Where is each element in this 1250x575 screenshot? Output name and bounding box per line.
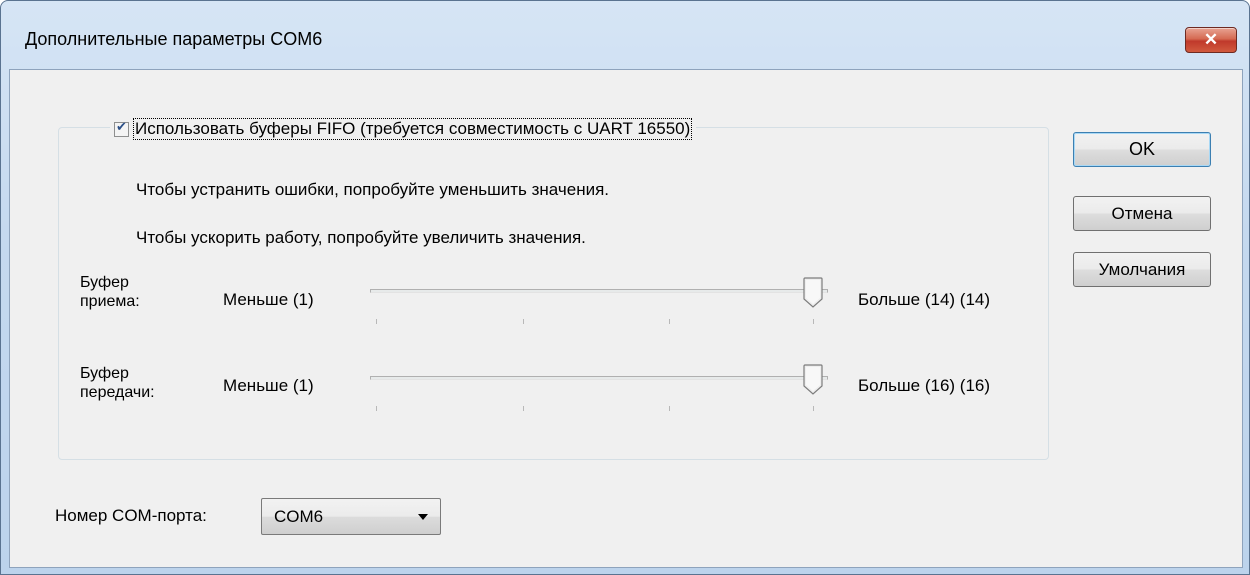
slider-tick: [813, 319, 814, 324]
slider-tick: [376, 406, 377, 411]
transmit-buffer-slider[interactable]: [362, 362, 842, 412]
slider-tick: [669, 406, 670, 411]
transmit-buffer-max-label: Больше (16) (16): [858, 376, 991, 395]
slider-tick: [376, 319, 377, 324]
transmit-buffer-label-line2: передачи:: [80, 384, 155, 401]
receive-buffer-label-line1: Буфер: [80, 274, 129, 291]
receive-buffer-label-line2: приема:: [80, 293, 140, 310]
hint-reduce-errors: Чтобы устранить ошибки, попробуйте умень…: [136, 180, 610, 199]
fifo-checkbox[interactable]: [114, 120, 129, 137]
defaults-button[interactable]: Умолчания: [1073, 252, 1211, 287]
cancel-button[interactable]: Отмена: [1073, 196, 1211, 231]
receive-buffer-label: Буфер приема:: [80, 273, 140, 311]
fifo-checkbox-label[interactable]: Использовать буферы FIFO (требуется совм…: [133, 118, 693, 140]
receive-buffer-slider[interactable]: [362, 275, 842, 325]
slider-track[interactable]: [370, 289, 828, 293]
slider-thumb-icon[interactable]: [803, 277, 823, 308]
window-title: Дополнительные параметры COM6: [25, 29, 323, 49]
receive-buffer-min-label: Меньше (1): [223, 290, 314, 309]
com-port-label: Номер COM-порта:: [55, 506, 207, 525]
com-port-select[interactable]: COM6: [261, 498, 441, 535]
ok-button[interactable]: OK: [1073, 132, 1211, 167]
slider-tick: [523, 406, 524, 411]
slider-tick: [669, 319, 670, 324]
slider-track[interactable]: [370, 376, 828, 380]
transmit-buffer-min-label: Меньше (1): [223, 376, 314, 395]
transmit-buffer-label-line1: Буфер: [80, 365, 129, 382]
dialog-client-area: Использовать буферы FIFO (требуется совм…: [9, 69, 1243, 568]
title-bar[interactable]: Дополнительные параметры COM6 ✕: [1, 1, 1249, 69]
close-button[interactable]: ✕: [1185, 27, 1237, 53]
dialog-window: Дополнительные параметры COM6 ✕ Использо…: [0, 0, 1250, 575]
receive-buffer-max-label: Больше (14) (14): [858, 290, 991, 309]
slider-tick: [523, 319, 524, 324]
slider-thumb-icon[interactable]: [803, 364, 823, 395]
transmit-buffer-label: Буфер передачи:: [80, 364, 155, 402]
close-icon: ✕: [1203, 30, 1219, 49]
slider-tick: [813, 406, 814, 411]
com-port-selected-value: COM6: [274, 507, 324, 526]
fifo-checkbox-row[interactable]: Использовать буферы FIFO (требуется совм…: [110, 118, 697, 140]
chevron-down-icon: [418, 514, 428, 520]
hint-increase-speed: Чтобы ускорить работу, попробуйте увелич…: [136, 228, 586, 247]
